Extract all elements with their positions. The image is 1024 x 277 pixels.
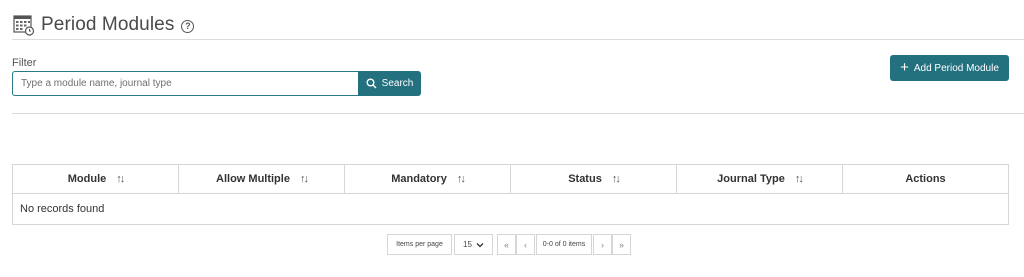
sort-icon[interactable]: ↑↓ bbox=[612, 173, 621, 185]
items-per-page-label: Items per page bbox=[387, 234, 452, 255]
empty-message: No records found bbox=[20, 203, 105, 215]
filter-label: Filter bbox=[12, 57, 37, 69]
search-icon bbox=[366, 78, 377, 89]
next-page-button[interactable]: › bbox=[593, 234, 612, 255]
last-page-button[interactable]: » bbox=[612, 234, 631, 255]
chevron-down-icon bbox=[476, 242, 484, 247]
previous-page-button[interactable]: ‹ bbox=[516, 234, 535, 255]
plus-icon: + bbox=[900, 58, 909, 76]
search-input[interactable] bbox=[12, 71, 358, 96]
calendar-icon bbox=[13, 15, 35, 36]
help-icon[interactable]: ? bbox=[181, 19, 195, 33]
first-page-button[interactable]: « bbox=[497, 234, 516, 255]
page-size-value: 15 bbox=[463, 240, 472, 249]
column-header-journal-type[interactable]: Journal Type ↑↓ bbox=[677, 165, 843, 193]
header-divider bbox=[12, 39, 1024, 40]
period-modules-table: Module ↑↓ Allow Multiple ↑↓ Mandatory ↑↓… bbox=[12, 164, 1009, 225]
sort-icon[interactable]: ↑↓ bbox=[457, 173, 466, 185]
table-header: Module ↑↓ Allow Multiple ↑↓ Mandatory ↑↓… bbox=[13, 165, 1008, 194]
pager: Items per page 15 « ‹ 0-0 of 0 items › » bbox=[387, 234, 631, 255]
column-header-status[interactable]: Status ↑↓ bbox=[511, 165, 677, 193]
page-size-select[interactable]: 15 bbox=[454, 234, 493, 255]
column-header-mandatory[interactable]: Mandatory ↑↓ bbox=[345, 165, 511, 193]
section-divider bbox=[12, 113, 1024, 114]
page-header: Period Modules ? bbox=[13, 10, 195, 40]
add-button-label: Add Period Module bbox=[913, 62, 999, 74]
page-range-info: 0-0 of 0 items bbox=[536, 234, 592, 255]
sort-icon[interactable]: ↑↓ bbox=[116, 173, 125, 185]
sort-icon[interactable]: ↑↓ bbox=[300, 173, 309, 185]
page-title: Period Modules bbox=[41, 14, 175, 35]
column-header-allow-multiple[interactable]: Allow Multiple ↑↓ bbox=[179, 165, 345, 193]
search-button[interactable]: Search bbox=[358, 71, 421, 96]
empty-row: No records found bbox=[13, 194, 1008, 224]
column-header-actions: Actions bbox=[905, 173, 946, 185]
column-header-module[interactable]: Module ↑↓ bbox=[13, 165, 179, 193]
add-period-module-button[interactable]: + Add Period Module bbox=[890, 55, 1009, 81]
search-button-label: Search bbox=[381, 78, 414, 89]
sort-icon[interactable]: ↑↓ bbox=[795, 173, 804, 185]
